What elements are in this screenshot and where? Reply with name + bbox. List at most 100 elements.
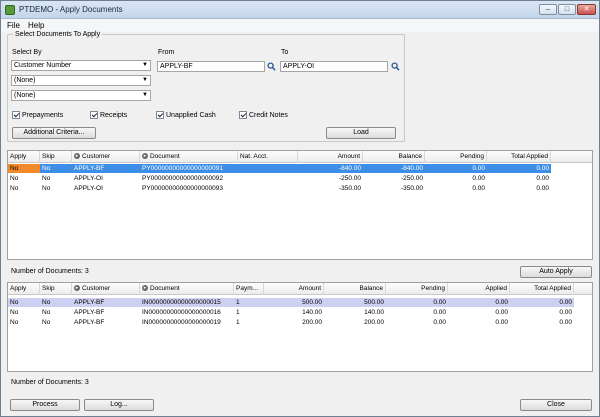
col-balance[interactable]: Balance [363, 151, 425, 163]
table-row[interactable]: No No APPLY-OI PY00000000000000000092 -2… [8, 174, 551, 183]
receipts-label: Receipts [100, 111, 128, 119]
chevron-down-icon: ▼ [142, 77, 148, 83]
cell-applied: 0.00 [495, 299, 508, 306]
to-input[interactable]: APPLY-OI [280, 61, 388, 72]
col-customer[interactable]: ▸ Customer [72, 283, 140, 295]
select-by-value-1: Customer Number [14, 62, 72, 69]
close-button[interactable]: Close [520, 399, 592, 411]
credit-notes-checkbox[interactable]: Credit Notes [239, 111, 288, 119]
col-nat-acct[interactable]: Nat. Acct. [238, 151, 298, 163]
cell-total-applied: 0.00 [536, 165, 549, 172]
col-skip[interactable]: Skip [40, 283, 72, 295]
col-document[interactable]: ▸ Document [140, 283, 234, 295]
cell-skip[interactable]: No [40, 318, 72, 327]
cell-apply[interactable]: No [8, 164, 40, 173]
cell-applied: 0.00 [495, 309, 508, 316]
table-row[interactable]: No No APPLY-BF IN00000000000000000015 1 … [8, 298, 574, 307]
prepayments-checkbox[interactable]: Prepayments [12, 111, 63, 119]
from-label: From [158, 49, 175, 56]
minimize-button[interactable]: – [539, 4, 557, 15]
unapplied-cash-checkbox[interactable]: Unapplied Cash [156, 111, 216, 119]
cell-total-applied: 0.00 [536, 185, 549, 192]
col-apply[interactable]: Apply [8, 283, 40, 295]
cell-apply[interactable]: No [8, 318, 40, 327]
col-pending[interactable]: Pending [386, 283, 448, 295]
col-amount[interactable]: Amount [298, 151, 363, 163]
col-total-applied[interactable]: Total Applied [510, 283, 574, 295]
col-document[interactable]: ▸ Document [140, 151, 238, 163]
table-row[interactable]: No No APPLY-BF PY00000000000000000091 -8… [8, 164, 551, 173]
cell-apply[interactable]: No [8, 184, 40, 193]
cell-nat-acct [238, 164, 298, 173]
close-window-button[interactable]: ✕ [577, 4, 596, 15]
col-payment[interactable]: Paym... [234, 283, 264, 295]
table-row[interactable]: No No APPLY-BF IN00000000000000000016 1 … [8, 308, 574, 317]
menu-file[interactable]: File [7, 21, 20, 30]
cell-document: PY00000000000000000091 [142, 165, 223, 172]
cell-amount: 500.00 [302, 299, 322, 306]
cell-balance: 140.00 [364, 309, 384, 316]
search-icon[interactable] [267, 62, 276, 71]
cell-customer: APPLY-OI [74, 185, 103, 192]
title-bar: PTDEMO - Apply Documents – □ ✕ [1, 1, 599, 19]
finder-icon: ▸ [142, 285, 148, 292]
cell-apply[interactable]: No [8, 308, 40, 317]
col-total-applied[interactable]: Total Applied [487, 151, 551, 163]
table-row[interactable]: No No APPLY-OI PY00000000000000000093 -3… [8, 184, 551, 193]
cell-skip[interactable]: No [40, 298, 72, 307]
documents-grid[interactable]: Apply Skip ▸ Customer ▸ Document Paym... A… [7, 282, 593, 372]
finder-icon: ▸ [74, 285, 80, 292]
cell-skip[interactable]: No [40, 174, 72, 183]
checkbox-checked-icon [156, 111, 164, 119]
cell-amount: 140.00 [302, 309, 322, 316]
log-button[interactable]: Log... [84, 399, 154, 411]
col-applied[interactable]: Applied [448, 283, 510, 295]
maximize-button[interactable]: □ [558, 4, 576, 15]
chevron-down-icon: ▼ [142, 92, 148, 98]
auto-apply-button[interactable]: Auto Apply [520, 266, 592, 278]
unapplied-cash-label: Unapplied Cash [166, 111, 216, 119]
select-by-dropdown-2[interactable]: (None) ▼ [11, 75, 151, 86]
process-button[interactable]: Process [10, 399, 80, 411]
cell-document: PY00000000000000000093 [142, 185, 223, 192]
col-customer-label: Customer [82, 153, 111, 160]
select-by-value-2: (None) [14, 77, 36, 84]
cell-apply[interactable]: No [8, 174, 40, 183]
cell-payment: 1 [236, 319, 240, 326]
cell-total-applied: 0.00 [536, 175, 549, 182]
cell-balance: -840.00 [400, 165, 423, 172]
load-button[interactable]: Load [326, 127, 396, 139]
cell-amount: -840.00 [338, 165, 361, 172]
col-document-label: Document [150, 153, 180, 160]
cell-balance: -350.00 [400, 185, 423, 192]
menu-help[interactable]: Help [28, 21, 44, 30]
cell-skip[interactable]: No [40, 184, 72, 193]
col-customer[interactable]: ▸ Customer [72, 151, 140, 163]
col-balance[interactable]: Balance [324, 283, 386, 295]
table-row[interactable]: No No APPLY-BF IN00000000000000000019 1 … [8, 318, 574, 327]
window-title: PTDEMO - Apply Documents [19, 5, 123, 14]
select-by-dropdown-1[interactable]: Customer Number ▼ [11, 60, 151, 71]
cell-document: PY00000000000000000092 [142, 175, 223, 182]
cell-document: IN00000000000000000016 [142, 309, 221, 316]
additional-criteria-button[interactable]: Additional Criteria... [12, 127, 96, 139]
cell-pending: 0.00 [472, 175, 485, 182]
col-apply[interactable]: Apply [8, 151, 40, 163]
from-input[interactable]: APPLY-BF [157, 61, 265, 72]
cell-balance: 500.00 [364, 299, 384, 306]
cell-pending: 0.00 [433, 319, 446, 326]
search-icon[interactable] [391, 62, 400, 71]
credit-notes-label: Credit Notes [249, 111, 288, 119]
cell-skip[interactable]: No [40, 308, 72, 317]
cell-skip[interactable]: No [40, 164, 72, 173]
col-skip[interactable]: Skip [40, 151, 72, 163]
select-documents-group [7, 34, 405, 142]
receipts-grid[interactable]: Apply Skip ▸ Customer ▸ Document Nat. Acct… [7, 150, 593, 260]
cell-apply[interactable]: No [8, 298, 40, 307]
receipts-checkbox[interactable]: Receipts [90, 111, 127, 119]
select-by-dropdown-3[interactable]: (None) ▼ [11, 90, 151, 101]
cell-amount: -350.00 [338, 185, 361, 192]
apply-documents-window: PTDEMO - Apply Documents – □ ✕ File Help… [0, 0, 600, 417]
col-pending[interactable]: Pending [425, 151, 487, 163]
col-amount[interactable]: Amount [264, 283, 324, 295]
